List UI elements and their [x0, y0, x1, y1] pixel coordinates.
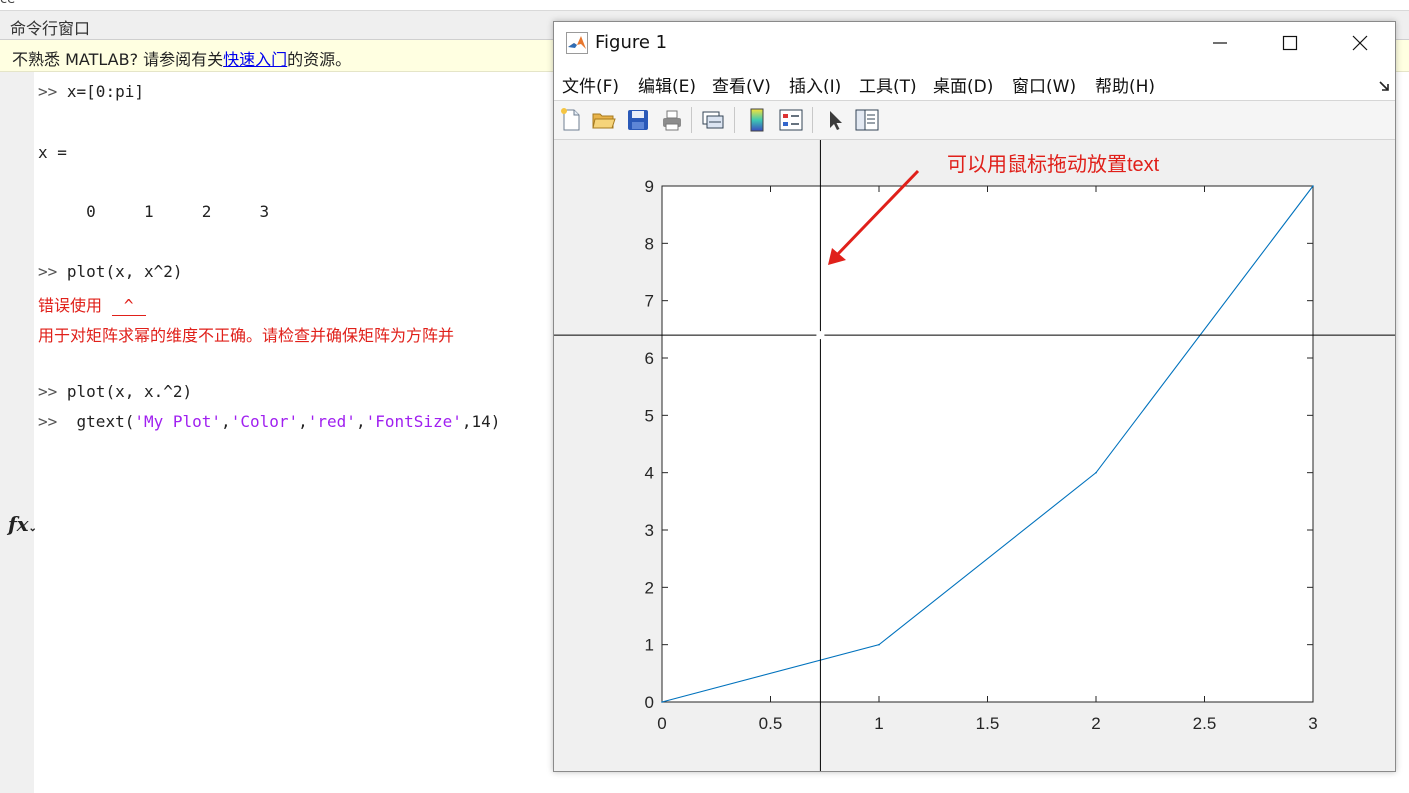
y-tick-label: 9 — [645, 177, 654, 196]
y-tick-label: 3 — [645, 521, 654, 540]
x-tick-label: 1 — [874, 714, 883, 733]
figure-toolbar — [554, 101, 1395, 140]
error-text: 用于对矩阵求幂的维度不正确。请检查并确保矩阵为方阵并 — [38, 326, 455, 345]
axes-box — [661, 185, 1314, 703]
string-literal: 'red' — [307, 412, 356, 431]
menu-desktop[interactable]: 桌面(D) — [933, 72, 993, 97]
console-line: >> plot(x, x^2) — [38, 262, 183, 281]
maximize-button[interactable] — [1255, 22, 1325, 64]
x-tick-label: 1.5 — [976, 714, 1000, 733]
menu-file[interactable]: 文件(F) — [562, 72, 619, 97]
error-operator-link[interactable]: ^ — [111, 296, 146, 316]
plot-area[interactable]: 0 0.5 1 1.5 2 2.5 3 0 1 2 3 4 5 6 7 8 9 可以用鼠标拖动放置text — [554, 140, 1395, 771]
toolbar-separator — [691, 107, 692, 133]
command-text: plot(x, x.^2) — [66, 382, 193, 401]
command-text: plot(x, x^2) — [66, 262, 183, 281]
chevron-down-icon: ⌄ — [28, 523, 37, 534]
dock-arrow-icon[interactable] — [1378, 80, 1390, 92]
y-tick-label: 8 — [645, 234, 654, 253]
output-values: 0 1 2 3 — [38, 202, 270, 221]
figure-window[interactable]: Figure 1 文件(F) 编辑(E) 查看(V) 插入(I) 工具(T) 桌… — [553, 21, 1396, 772]
error-line: 错误使用 ^ — [38, 292, 146, 316]
gtext-annotation: 可以用鼠标拖动放置text — [947, 154, 1160, 176]
command-text: ,14) — [461, 412, 501, 431]
maximize-icon — [1282, 35, 1298, 51]
y-tick-label: 6 — [645, 349, 654, 368]
y-tick-label: 4 — [645, 464, 654, 483]
x-tick-label: 0 — [657, 714, 666, 733]
banner-suffix: 的资源。 — [287, 50, 352, 69]
menu-window[interactable]: 窗口(W) — [1012, 72, 1076, 97]
matlab-logo-icon — [566, 32, 588, 54]
error-message: 用于对矩阵求幂的维度不正确。请检查并确保矩阵为方阵并 — [38, 322, 454, 346]
output-text: x = — [38, 143, 67, 162]
prompt: >> — [38, 262, 58, 281]
x-tick-label: 3 — [1308, 714, 1317, 733]
menu-edit[interactable]: 编辑(E) — [638, 72, 696, 97]
fx-icon: fx — [8, 512, 29, 536]
colorbar-icon[interactable] — [744, 107, 770, 133]
banner-prefix: 不熟悉 MATLAB? 请参阅有关 — [12, 50, 224, 69]
prompt: >> — [38, 382, 58, 401]
data-point — [1095, 471, 1097, 474]
error-label: 错误使用 — [38, 296, 112, 315]
command-text: gtext( — [66, 412, 135, 431]
command-gutter: fx⌄ — [0, 72, 37, 793]
minimize-icon — [1213, 42, 1227, 44]
y-tick-label: 1 — [645, 636, 654, 655]
open-file-icon[interactable] — [591, 107, 617, 133]
string-literal: 'Color' — [230, 412, 299, 431]
save-icon[interactable] — [625, 107, 651, 133]
y-tick-label: 0 — [645, 693, 654, 712]
menu-help[interactable]: 帮助(H) — [1095, 72, 1155, 97]
edit-plot-arrow-icon[interactable] — [822, 107, 848, 133]
x-tick-label: 0.5 — [759, 714, 783, 733]
x-tick-label: 2.5 — [1193, 714, 1217, 733]
menu-tools[interactable]: 工具(T) — [859, 72, 917, 97]
console-line: >> x=[0:pi] — [38, 82, 144, 101]
string-literal: 'My Plot' — [134, 412, 222, 431]
y-tick-label: 2 — [645, 578, 654, 597]
menu-insert[interactable]: 插入(I) — [789, 72, 841, 97]
command-window[interactable]: >> x=[0:pi] x = 0 1 2 3 >> plot(x, x^2) … — [38, 72, 558, 793]
command-text: x=[0:pi] — [66, 82, 144, 101]
data-point — [878, 643, 880, 646]
string-literal: 'FontSize' — [365, 412, 462, 431]
command-window-title: 命令行窗口 — [10, 19, 91, 38]
toolbar-separator — [734, 107, 735, 133]
top-strip: ce — [0, 0, 1409, 11]
minimize-button[interactable] — [1185, 22, 1255, 64]
quick-start-link[interactable]: 快速入门 — [223, 50, 287, 69]
figure-title: Figure 1 — [595, 32, 668, 53]
data-point — [1312, 185, 1314, 187]
x-tick-label: 2 — [1091, 714, 1100, 733]
toolbar-separator — [812, 107, 813, 133]
function-browser-button[interactable]: fx⌄ — [8, 512, 37, 536]
close-icon — [1352, 35, 1368, 51]
new-figure-icon[interactable] — [558, 107, 584, 133]
console-line: x = — [38, 143, 67, 162]
figure-title-bar[interactable]: Figure 1 — [554, 22, 1395, 64]
comma: , — [221, 412, 231, 431]
top-fragment: ce — [0, 0, 15, 7]
legend-icon[interactable] — [778, 107, 804, 133]
property-inspector-icon[interactable] — [854, 107, 880, 133]
print-icon[interactable] — [659, 107, 685, 133]
prompt: >> — [38, 412, 58, 431]
close-button[interactable] — [1325, 22, 1395, 64]
link-plot-icon[interactable] — [700, 107, 726, 133]
data-point — [661, 701, 663, 703]
figure-menubar: 文件(F) 编辑(E) 查看(V) 插入(I) 工具(T) 桌面(D) 窗口(W… — [554, 64, 1395, 101]
prompt: >> — [38, 82, 58, 101]
y-tick-label: 7 — [645, 292, 654, 311]
console-line: >> gtext('My Plot','Color','red','FontSi… — [38, 412, 500, 431]
console-line: >> plot(x, x.^2) — [38, 382, 192, 401]
comma: , — [298, 412, 308, 431]
comma: , — [355, 412, 366, 431]
line-chart[interactable]: 0 0.5 1 1.5 2 2.5 3 0 1 2 3 4 5 6 7 8 9 — [554, 140, 1395, 771]
console-line: 0 1 2 3 — [38, 202, 269, 221]
y-tick-label: 5 — [645, 406, 654, 425]
menu-view[interactable]: 查看(V) — [712, 72, 771, 97]
